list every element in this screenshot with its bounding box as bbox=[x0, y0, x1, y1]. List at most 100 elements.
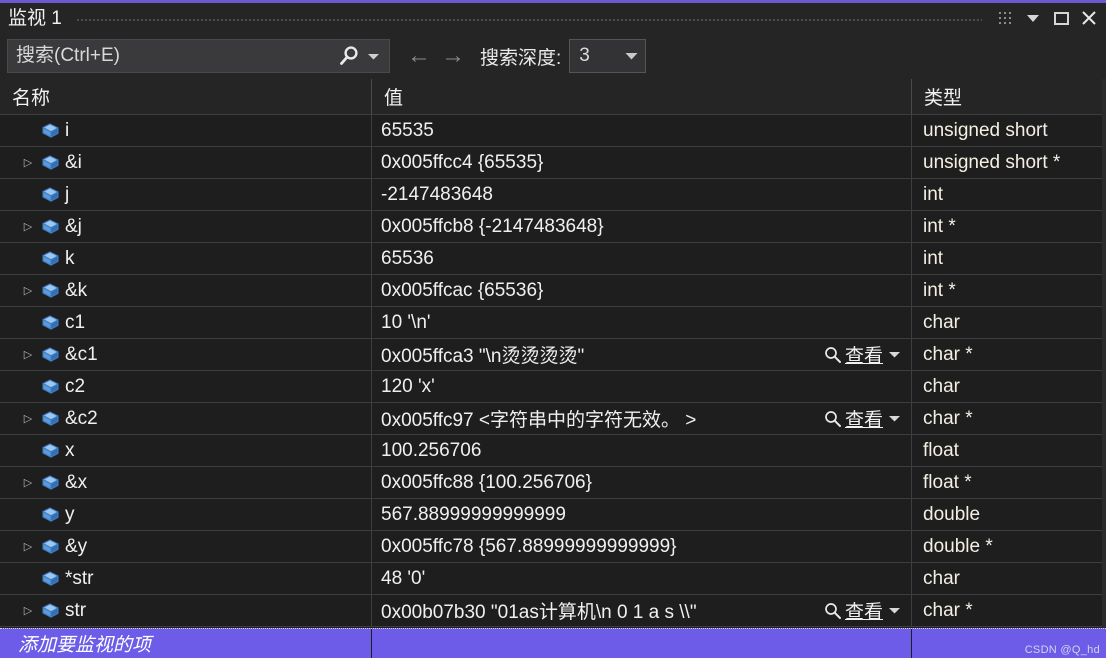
row-name-cell[interactable]: ▷ &k bbox=[0, 275, 372, 306]
window-menu-icon[interactable] bbox=[992, 5, 1018, 31]
row-name-cell[interactable]: ▷ &x bbox=[0, 467, 372, 498]
view-value-button[interactable]: 查看 bbox=[823, 341, 901, 368]
table-row[interactable]: ▷ k65536int bbox=[0, 243, 1106, 275]
row-type-cell[interactable]: char bbox=[912, 563, 1106, 594]
row-value-cell[interactable]: 10 '\n' bbox=[372, 307, 912, 338]
row-name-cell[interactable]: ▷ y bbox=[0, 499, 372, 530]
row-value-cell[interactable]: 65536 bbox=[372, 243, 912, 274]
row-value-cell[interactable]: 567.88999999999999 bbox=[372, 499, 912, 530]
scroll-gutter[interactable] bbox=[1102, 79, 1106, 628]
row-type-cell[interactable]: double * bbox=[912, 531, 1106, 562]
expand-arrow-icon[interactable]: ▷ bbox=[18, 220, 38, 233]
back-arrow-button[interactable]: ← bbox=[406, 44, 432, 68]
variable-value: 0x005ffc78 {567.88999999999999} bbox=[372, 536, 911, 558]
row-name-cell[interactable]: ▷ &i bbox=[0, 147, 372, 178]
row-type-cell[interactable]: char * bbox=[912, 339, 1106, 370]
add-watch-value-cell[interactable] bbox=[372, 629, 912, 658]
add-watch-row[interactable]: 添加要监视的项 CSDN @Q_hd bbox=[0, 628, 1106, 658]
row-value-cell[interactable]: 48 '0' bbox=[372, 563, 912, 594]
drag-handle[interactable] bbox=[76, 10, 982, 30]
search-depth-select[interactable]: 3 bbox=[569, 39, 646, 73]
table-row[interactable]: ▷ &c10x005ffca3 "\n烫烫烫烫" 查看 char * bbox=[0, 339, 1106, 371]
table-row[interactable]: ▷ c110 '\n'char bbox=[0, 307, 1106, 339]
row-name-cell[interactable]: ▷ *str bbox=[0, 563, 372, 594]
expand-arrow-icon[interactable]: ▷ bbox=[18, 604, 38, 617]
chevron-down-icon[interactable] bbox=[885, 606, 901, 615]
row-type-cell[interactable]: char * bbox=[912, 595, 1106, 626]
row-type-cell[interactable]: int bbox=[912, 243, 1106, 274]
expand-arrow-icon[interactable]: ▷ bbox=[18, 284, 38, 297]
row-value-cell[interactable]: 100.256706 bbox=[372, 435, 912, 466]
search-icon[interactable] bbox=[334, 43, 364, 69]
view-value-button[interactable]: 查看 bbox=[823, 405, 901, 432]
expand-arrow-icon[interactable]: ▷ bbox=[18, 156, 38, 169]
table-row[interactable]: ▷ c2120 'x'char bbox=[0, 371, 1106, 403]
row-name-cell[interactable]: ▷ k bbox=[0, 243, 372, 274]
chevron-down-icon[interactable] bbox=[1020, 5, 1046, 31]
table-row[interactable]: ▷ j-2147483648int bbox=[0, 179, 1106, 211]
column-header-value[interactable]: 值 bbox=[372, 79, 912, 114]
row-name-cell[interactable]: ▷ x bbox=[0, 435, 372, 466]
row-type-cell[interactable]: float * bbox=[912, 467, 1106, 498]
row-name-cell[interactable]: ▷ j bbox=[0, 179, 372, 210]
row-type-cell[interactable]: double bbox=[912, 499, 1106, 530]
expand-arrow-icon[interactable]: ▷ bbox=[18, 540, 38, 553]
row-type-cell[interactable]: char bbox=[912, 371, 1106, 402]
search-input[interactable]: 搜索(Ctrl+E) bbox=[7, 39, 390, 73]
row-value-cell[interactable]: 65535 bbox=[372, 115, 912, 146]
expand-arrow-icon[interactable]: ▷ bbox=[18, 476, 38, 489]
row-type-cell[interactable]: int * bbox=[912, 211, 1106, 242]
row-value-cell[interactable]: 0x005ffc88 {100.256706} bbox=[372, 467, 912, 498]
row-name-cell[interactable]: ▷ &c1 bbox=[0, 339, 372, 370]
row-value-cell[interactable]: 0x005ffc97 <字符串中的字符无效。 > 查看 bbox=[372, 403, 912, 434]
magnifier-icon bbox=[823, 345, 843, 365]
chevron-down-icon[interactable] bbox=[624, 51, 639, 61]
close-icon[interactable] bbox=[1076, 5, 1102, 31]
column-header-name[interactable]: 名称 bbox=[0, 79, 372, 114]
row-name-cell[interactable]: ▷ c2 bbox=[0, 371, 372, 402]
row-value-cell[interactable]: 0x005ffcb8 {-2147483648} bbox=[372, 211, 912, 242]
table-row[interactable]: ▷ &y0x005ffc78 {567.88999999999999}doubl… bbox=[0, 531, 1106, 563]
forward-arrow-button[interactable]: → bbox=[440, 44, 466, 68]
expand-arrow-icon[interactable]: ▷ bbox=[18, 348, 38, 361]
row-type-cell[interactable]: char * bbox=[912, 403, 1106, 434]
table-row[interactable]: ▷ &k0x005ffcac {65536}int * bbox=[0, 275, 1106, 307]
table-row[interactable]: ▷ y567.88999999999999double bbox=[0, 499, 1106, 531]
title-bar: 监视 1 bbox=[0, 0, 1106, 33]
table-row[interactable]: ▷ &i0x005ffcc4 {65535}unsigned short * bbox=[0, 147, 1106, 179]
row-name-cell[interactable]: ▷ c1 bbox=[0, 307, 372, 338]
row-value-cell[interactable]: 0x005ffcc4 {65535} bbox=[372, 147, 912, 178]
row-name-cell[interactable]: ▷ &y bbox=[0, 531, 372, 562]
row-value-cell[interactable]: 0x005ffcac {65536} bbox=[372, 275, 912, 306]
table-row[interactable]: ▷ i65535unsigned short bbox=[0, 115, 1106, 147]
column-header-type[interactable]: 类型 bbox=[912, 79, 1106, 114]
row-name-cell[interactable]: ▷ &c2 bbox=[0, 403, 372, 434]
table-row[interactable]: ▷ str0x00b07b30 "01as计算机\n 0 1 a s \\" 查… bbox=[0, 595, 1106, 627]
table-row[interactable]: ▷ &c20x005ffc97 <字符串中的字符无效。 > 查看 char * bbox=[0, 403, 1106, 435]
table-row[interactable]: ▷ *str48 '0'char bbox=[0, 563, 1106, 595]
table-row[interactable]: ▷ &x0x005ffc88 {100.256706}float * bbox=[0, 467, 1106, 499]
row-type-cell[interactable]: int * bbox=[912, 275, 1106, 306]
row-name-cell[interactable]: ▷ &j bbox=[0, 211, 372, 242]
add-watch-name-cell[interactable]: 添加要监视的项 bbox=[0, 629, 372, 658]
table-row[interactable]: ▷ x100.256706float bbox=[0, 435, 1106, 467]
row-name-cell[interactable]: ▷ i bbox=[0, 115, 372, 146]
row-type-cell[interactable]: unsigned short bbox=[912, 115, 1106, 146]
row-value-cell[interactable]: 120 'x' bbox=[372, 371, 912, 402]
row-value-cell[interactable]: 0x005ffca3 "\n烫烫烫烫" 查看 bbox=[372, 339, 912, 370]
maximize-icon[interactable] bbox=[1048, 5, 1074, 31]
row-type-cell[interactable]: float bbox=[912, 435, 1106, 466]
row-type-cell[interactable]: unsigned short * bbox=[912, 147, 1106, 178]
chevron-down-icon[interactable] bbox=[885, 414, 901, 423]
row-value-cell[interactable]: -2147483648 bbox=[372, 179, 912, 210]
row-type-cell[interactable]: char bbox=[912, 307, 1106, 338]
table-row[interactable]: ▷ &j0x005ffcb8 {-2147483648}int * bbox=[0, 211, 1106, 243]
row-value-cell[interactable]: 0x00b07b30 "01as计算机\n 0 1 a s \\" 查看 bbox=[372, 595, 912, 626]
expand-arrow-icon[interactable]: ▷ bbox=[18, 412, 38, 425]
row-type-cell[interactable]: int bbox=[912, 179, 1106, 210]
row-value-cell[interactable]: 0x005ffc78 {567.88999999999999} bbox=[372, 531, 912, 562]
chevron-down-icon[interactable] bbox=[885, 350, 901, 359]
row-name-cell[interactable]: ▷ str bbox=[0, 595, 372, 626]
search-dropdown-icon[interactable] bbox=[364, 52, 385, 61]
view-value-button[interactable]: 查看 bbox=[823, 597, 901, 624]
